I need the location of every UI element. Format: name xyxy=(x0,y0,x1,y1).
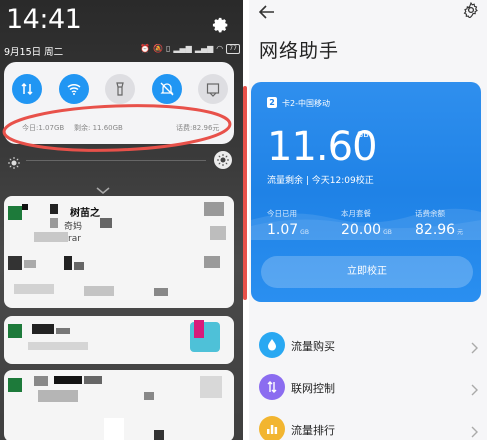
stat-today-used: 今日已用 1.07 GB xyxy=(267,208,309,238)
status-bar-icons: ⏰ 🔕 ▯ ▂▄▆ ▂▄▆ ◠ 77 xyxy=(140,44,240,54)
notification-card[interactable] xyxy=(4,316,234,364)
brightness-low-icon xyxy=(8,154,20,169)
app-icon xyxy=(8,206,22,220)
stat-label: 话费余额 xyxy=(415,209,445,218)
menu-item-label: 联网控制 xyxy=(291,382,335,395)
settings-gear-icon[interactable] xyxy=(463,1,479,19)
notification-card[interactable] xyxy=(4,370,234,440)
chevron-right-icon xyxy=(471,381,479,396)
notification-line: rar xyxy=(68,234,81,244)
calibrate-now-button[interactable]: 立即校正 xyxy=(261,256,473,288)
data-usage-card: 2 卡2-中国移动 11.60 GB 流量剩余 | 今天12:09校正 今日已用… xyxy=(251,82,481,302)
brightness-slider[interactable] xyxy=(4,150,234,172)
remaining-data-unit: GB xyxy=(357,130,369,139)
stat-value: 1.07 xyxy=(267,222,299,238)
notification-line: 奇妈 xyxy=(64,222,83,232)
mute-icon: 🔕 xyxy=(152,44,163,53)
bar-chart-icon xyxy=(259,416,285,440)
droplet-icon xyxy=(259,332,285,358)
notification-card[interactable]: 树苗之 奇妈 rar xyxy=(4,196,234,308)
chevron-right-icon xyxy=(471,339,479,354)
chevron-down-icon[interactable] xyxy=(96,180,110,194)
sim-card-icon: 2 xyxy=(267,97,277,108)
notification-shade: 14:41 9月15日 周二 ⏰ 🔕 ▯ ▂▄▆ ▂▄▆ ◠ 77 今日:1.0… xyxy=(0,0,243,440)
brightness-high-icon[interactable] xyxy=(214,151,232,169)
back-arrow-icon[interactable] xyxy=(258,4,275,19)
menu-item-data-ranking[interactable]: 流量排行 xyxy=(249,410,487,440)
chevron-right-icon xyxy=(471,423,479,438)
signal-icon: ▂▄▆ xyxy=(173,44,192,53)
screen: 14:41 9月15日 周二 ⏰ 🔕 ▯ ▂▄▆ ▂▄▆ ◠ 77 今日:1.0… xyxy=(0,0,487,440)
brightness-track[interactable] xyxy=(26,160,206,161)
notification-title: 树苗之 xyxy=(70,208,100,219)
stat-value: 20.00 xyxy=(341,222,382,238)
alarm-icon: ⏰ xyxy=(140,44,150,53)
updown-arrows-icon xyxy=(259,374,285,400)
stat-value: 82.96 xyxy=(415,222,456,238)
menu-item-data-purchase[interactable]: 流量购买 xyxy=(249,326,487,366)
network-assistant-app: 网络助手 2 卡2-中国移动 11.60 GB 流量剩余 | 今天12:09校正… xyxy=(249,0,487,440)
app-icon xyxy=(8,378,22,392)
menu-item-label: 流量排行 xyxy=(291,424,335,437)
stat-monthly-plan: 本月套餐 20.00 GB xyxy=(341,208,392,238)
menu-item-label: 流量购买 xyxy=(291,340,335,353)
gear-icon[interactable] xyxy=(212,17,230,35)
wifi-icon: ◠ xyxy=(216,44,224,53)
stat-unit: GB xyxy=(300,229,309,236)
signal-icon: ▂▄▆ xyxy=(194,44,214,53)
stat-balance: 话费余额 82.96 元 xyxy=(415,208,463,238)
sim-label[interactable]: 卡2-中国移动 xyxy=(282,98,330,109)
vibrate-icon: ▯ xyxy=(165,44,171,53)
stat-label: 今日已用 xyxy=(267,209,297,218)
stat-unit: 元 xyxy=(457,229,464,236)
date-text: 9月15日 周二 xyxy=(4,47,64,58)
menu-item-network-control[interactable]: 联网控制 xyxy=(249,368,487,408)
remaining-data-label: 流量剩余 | 今天12:09校正 xyxy=(267,176,374,186)
stat-label: 本月套餐 xyxy=(341,209,371,218)
app-icon xyxy=(8,324,22,338)
annotation-edge-marker xyxy=(243,86,247,300)
battery-icon: 77 xyxy=(226,44,240,54)
clock-time: 14:41 xyxy=(6,4,82,35)
page-title: 网络助手 xyxy=(259,40,340,62)
stat-unit: GB xyxy=(383,229,392,236)
